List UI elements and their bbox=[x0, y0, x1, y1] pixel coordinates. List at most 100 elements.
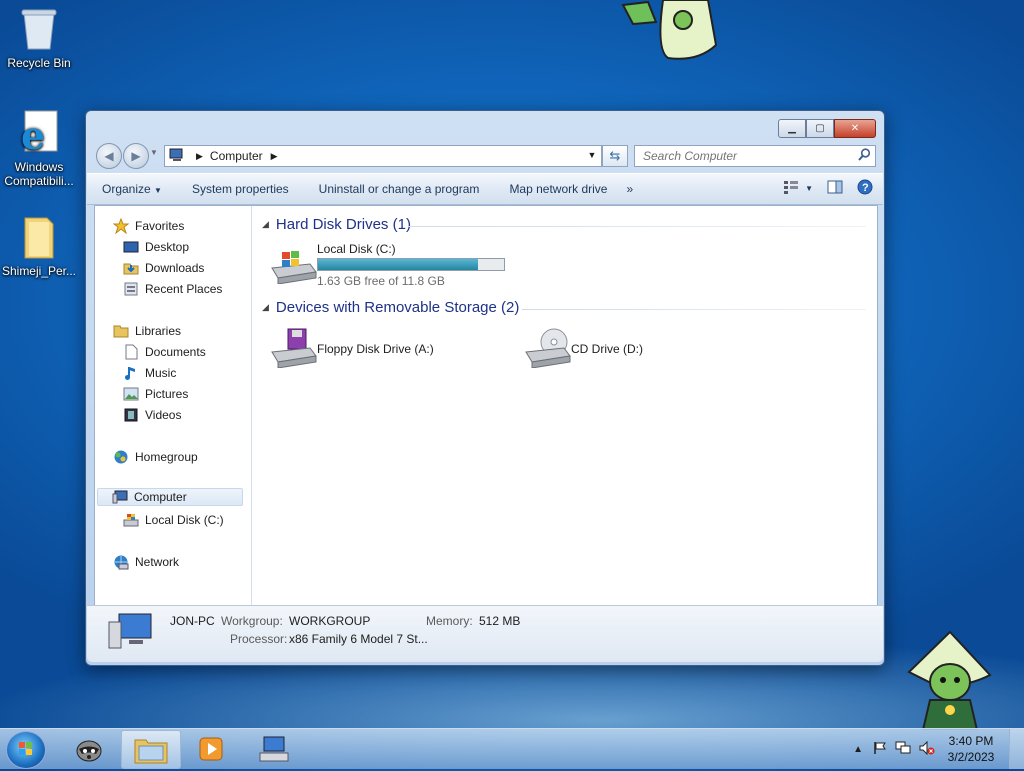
nav-label: Downloads bbox=[145, 261, 205, 275]
memory-label: Memory: bbox=[426, 614, 473, 628]
nav-homegroup[interactable]: Homegroup bbox=[113, 449, 198, 465]
navigation-bar: ◀ ▶ ▼ ▶ Computer ▶ ▼ ⇆ bbox=[94, 143, 876, 169]
network-tray-icon[interactable] bbox=[895, 741, 911, 758]
disk-usage-bar bbox=[317, 258, 505, 271]
computer-icon bbox=[169, 148, 185, 165]
help-icon[interactable]: ? bbox=[857, 179, 873, 198]
downloads-icon bbox=[123, 260, 139, 276]
floppy-drive-icon bbox=[270, 328, 318, 371]
nav-recent-places[interactable]: Recent Places bbox=[123, 281, 222, 297]
shimeji-character-top bbox=[621, 0, 718, 60]
collapse-triangle-icon: ◢ bbox=[262, 219, 269, 229]
address-dropdown-icon[interactable]: ▼ bbox=[585, 147, 599, 163]
desktop-icon-shimeji[interactable]: Shimeji_Per... bbox=[0, 214, 78, 278]
taskbar-on-screen-keyboard[interactable] bbox=[245, 730, 303, 767]
group-header-hdd[interactable]: ◢ Hard Disk Drives (1) bbox=[262, 216, 411, 233]
view-options-chevron-icon[interactable]: ▼ bbox=[805, 184, 813, 193]
windows-drive-icon bbox=[270, 248, 318, 287]
raccoon-icon bbox=[76, 740, 102, 761]
network-icon bbox=[113, 554, 129, 570]
recent-pages-chevron-icon[interactable]: ▼ bbox=[150, 148, 158, 157]
nav-label: Network bbox=[135, 555, 180, 569]
content-pane: ◢ Hard Disk Drives (1) Local Disk (C:) 1… bbox=[252, 206, 877, 606]
taskbar-media-player[interactable] bbox=[182, 730, 240, 767]
folder-icon bbox=[16, 214, 62, 260]
nav-downloads[interactable]: Downloads bbox=[123, 260, 204, 276]
desktop-icon-label: Windows Compatibili... bbox=[4, 160, 74, 188]
preview-pane-icon[interactable] bbox=[827, 180, 843, 197]
internet-explorer-icon: e bbox=[16, 110, 62, 157]
nav-libraries[interactable]: Libraries bbox=[113, 323, 181, 339]
start-button[interactable] bbox=[6, 731, 46, 769]
computer-name: JON-PC bbox=[170, 614, 215, 628]
volume-muted-icon[interactable] bbox=[919, 740, 935, 758]
homegroup-icon bbox=[113, 449, 129, 465]
nav-label: Homegroup bbox=[135, 450, 198, 464]
taskbar-explorer[interactable] bbox=[121, 730, 181, 769]
search-icon[interactable] bbox=[858, 148, 871, 164]
group-title: Hard Disk Drives (1) bbox=[275, 216, 411, 233]
search-input[interactable] bbox=[641, 146, 845, 166]
system-tray: ▲ 3:40 PM 3/2/2023 bbox=[853, 729, 1024, 769]
close-button[interactable]: ✕ bbox=[834, 119, 876, 138]
desktop-icon-recycle-bin[interactable]: Recycle Bin bbox=[0, 6, 78, 70]
nav-desktop[interactable]: Desktop bbox=[123, 239, 189, 255]
keyboard-icon bbox=[259, 736, 289, 761]
processor-value: x86 Family 6 Model 7 St... bbox=[289, 632, 428, 646]
computer-large-icon bbox=[107, 612, 153, 655]
desktop-icon-windows-compat[interactable]: e Windows Compatibili... bbox=[0, 110, 78, 188]
nav-label: Local Disk (C:) bbox=[145, 513, 224, 527]
local-disk-icon bbox=[123, 512, 139, 528]
breadcrumb-chevron-icon[interactable]: ▶ bbox=[271, 151, 278, 162]
taskbar: ▲ 3:40 PM 3/2/2023 bbox=[0, 728, 1024, 769]
recycle-bin-icon bbox=[16, 6, 62, 52]
nav-documents[interactable]: Documents bbox=[123, 344, 206, 360]
breadcrumb-computer[interactable]: Computer bbox=[210, 149, 263, 163]
details-pane: JON-PC Workgroup: WORKGROUP Memory: 512 … bbox=[87, 605, 883, 662]
maximize-button[interactable]: ▢ bbox=[806, 119, 834, 138]
minimize-button[interactable]: ▁ bbox=[778, 119, 806, 138]
taskbar-shimeji[interactable] bbox=[60, 730, 118, 767]
nav-label: Documents bbox=[145, 345, 206, 359]
nav-label: Computer bbox=[134, 490, 187, 504]
drive-free-space: 1.63 GB free of 11.8 GB bbox=[317, 274, 445, 288]
organize-menu[interactable]: Organize ▼ bbox=[87, 182, 177, 196]
nav-music[interactable]: Music bbox=[123, 365, 176, 381]
forward-button[interactable]: ▶ bbox=[123, 143, 149, 169]
nav-pictures[interactable]: Pictures bbox=[123, 386, 188, 402]
clock-time: 3:40 PM bbox=[948, 734, 994, 748]
show-hidden-icons-icon[interactable]: ▲ bbox=[853, 744, 863, 755]
drive-floppy-a[interactable]: Floppy Disk Drive (A:) bbox=[262, 326, 492, 372]
desktop-icon-label: Recycle Bin bbox=[7, 56, 71, 70]
nav-label: Favorites bbox=[135, 219, 185, 233]
clock-date: 3/2/2023 bbox=[947, 750, 995, 764]
action-center-flag-icon[interactable] bbox=[873, 741, 887, 758]
drive-cd-d[interactable]: CD Drive (D:) bbox=[516, 326, 716, 372]
nav-label: Pictures bbox=[145, 387, 189, 401]
group-header-removable[interactable]: ◢ Devices with Removable Storage (2) bbox=[262, 299, 519, 316]
nav-videos[interactable]: Videos bbox=[123, 407, 181, 423]
group-divider bbox=[408, 226, 866, 227]
back-button[interactable]: ◀ bbox=[96, 143, 122, 169]
organize-label: Organize bbox=[102, 182, 151, 196]
drive-local-disk-c[interactable]: Local Disk (C:) 1.63 GB free of 11.8 GB bbox=[262, 240, 522, 292]
nav-label: Libraries bbox=[135, 324, 182, 338]
nav-network[interactable]: Network bbox=[113, 554, 179, 570]
show-desktop-button[interactable] bbox=[1009, 729, 1024, 769]
search-box bbox=[634, 145, 876, 167]
clock[interactable]: 3:40 PM 3/2/2023 bbox=[941, 733, 1001, 765]
nav-favorites[interactable]: Favorites bbox=[113, 218, 184, 234]
nav-local-disk[interactable]: Local Disk (C:) bbox=[123, 512, 224, 528]
system-properties-button[interactable]: System properties bbox=[177, 182, 304, 196]
more-commands-button[interactable]: » bbox=[622, 182, 637, 196]
map-network-drive-button[interactable]: Map network drive bbox=[494, 182, 622, 196]
view-controls: ▼ ? bbox=[783, 179, 873, 198]
explorer-panes: Favorites Desktop Downloads Recent Place… bbox=[94, 205, 878, 607]
uninstall-program-button[interactable]: Uninstall or change a program bbox=[304, 182, 495, 196]
svg-text:?: ? bbox=[862, 182, 869, 194]
address-bar[interactable]: ▶ Computer ▶ ▼ bbox=[164, 145, 602, 167]
nav-computer[interactable]: Computer bbox=[97, 488, 243, 506]
breadcrumb-chevron-icon[interactable]: ▶ bbox=[196, 151, 203, 162]
change-view-icon[interactable] bbox=[783, 180, 799, 197]
refresh-button[interactable]: ⇆ bbox=[602, 145, 628, 167]
